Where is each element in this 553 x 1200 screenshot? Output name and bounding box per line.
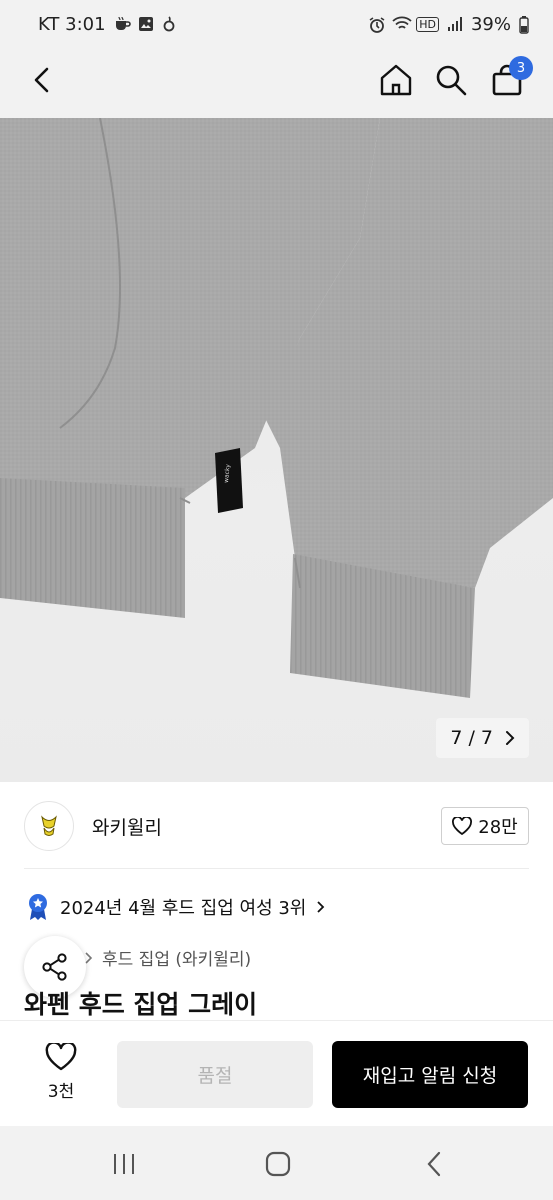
- divider: [24, 868, 529, 869]
- heart-icon: [452, 817, 473, 835]
- brand-name[interactable]: 와키윌리: [92, 813, 162, 840]
- gallery-icon: [138, 16, 154, 32]
- purchase-action-bar: 3천 품절 재입고 알림 신청: [0, 1020, 553, 1126]
- ranking-link[interactable]: 2024년 4월 후드 집업 여성 3위: [26, 893, 326, 921]
- system-nav-bar: [0, 1126, 553, 1200]
- home-nav-icon: [265, 1151, 291, 1177]
- product-image-carousel[interactable]: wacky 7 / 7: [0, 118, 553, 782]
- search-icon: [436, 65, 467, 96]
- back-nav-button[interactable]: [414, 1146, 454, 1182]
- ranking-text: 2024년 4월 후드 집업 여성 3위: [60, 898, 307, 919]
- brand-row: 와키윌리 28만: [24, 800, 529, 852]
- coffee-icon: [114, 16, 131, 32]
- wifi-icon: [392, 16, 412, 32]
- app-header: 3: [0, 48, 553, 118]
- status-bar: KT 3:01 HD 39%: [0, 0, 553, 48]
- brand-like-button[interactable]: 28만: [441, 807, 529, 845]
- brand-logo[interactable]: [24, 801, 74, 851]
- category-text: 후드 집업 (와키윌리): [102, 950, 252, 970]
- signal-icon: [447, 16, 463, 32]
- chevron-right-icon: [506, 731, 515, 745]
- gray-hoodie-image: wacky: [0, 118, 553, 698]
- share-icon: [42, 953, 67, 981]
- cart-count-badge: 3: [509, 56, 533, 80]
- wishlist-button[interactable]: 3천: [24, 1043, 98, 1105]
- back-arrow-icon: [34, 67, 49, 93]
- brand-like-count: 28만: [478, 817, 518, 838]
- brand-logo-icon: [41, 815, 57, 836]
- home-button[interactable]: [376, 60, 416, 100]
- notification-icon: [162, 16, 178, 32]
- battery-level: 39%: [470, 13, 511, 35]
- recent-apps-icon: [114, 1154, 134, 1174]
- battery-icon: [519, 16, 529, 34]
- cart-button[interactable]: 3: [487, 56, 533, 100]
- home-nav-button[interactable]: [258, 1146, 298, 1182]
- back-nav-icon: [427, 1151, 441, 1177]
- hd-icon: HD: [416, 16, 439, 32]
- home-icon: [380, 64, 412, 96]
- restock-alert-button[interactable]: 재입고 알림 신청: [332, 1041, 528, 1108]
- image-counter[interactable]: 7 / 7: [436, 718, 529, 758]
- back-button[interactable]: [22, 60, 62, 100]
- ranking-medal-icon: [29, 894, 47, 920]
- search-button[interactable]: [431, 60, 471, 100]
- recent-apps-button[interactable]: [104, 1146, 144, 1182]
- status-left: KT 3:01: [38, 14, 178, 35]
- image-counter-text: 7 / 7: [450, 727, 493, 749]
- alarm-icon: [368, 16, 385, 33]
- product-title: 와펜 후드 집업 그레이: [24, 990, 258, 1019]
- wishlist-count: 3천: [47, 1082, 75, 1102]
- heart-icon: [45, 1043, 77, 1071]
- category-breadcrumb[interactable]: 후드 집업 (와키윌리): [84, 945, 251, 970]
- chevron-right-icon: [317, 901, 325, 913]
- status-right: HD 39%: [368, 14, 529, 35]
- soldout-button: 품절: [117, 1041, 313, 1108]
- carrier-time: KT 3:01: [38, 13, 106, 35]
